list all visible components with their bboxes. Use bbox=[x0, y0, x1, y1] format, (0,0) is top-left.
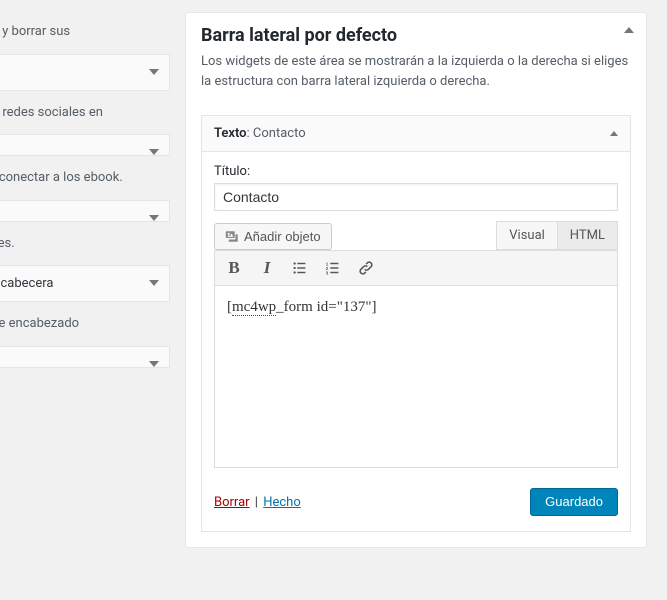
number-list-button[interactable]: 123 bbox=[318, 254, 348, 282]
left-widget-head-4[interactable]: de cabecera bbox=[0, 265, 170, 302]
left-desc-5: tilo de encabezado bbox=[0, 314, 170, 334]
left-head-label-4: de cabecera bbox=[0, 276, 53, 291]
editor-toolbar: B I 123 bbox=[214, 250, 618, 286]
sidebar-area-desc: Los widgets de este área se mostrarán a … bbox=[201, 52, 631, 91]
left-desc-1: idget y borrar sus bbox=[0, 22, 170, 42]
save-button[interactable]: Guardado bbox=[530, 488, 618, 516]
title-field-label: Título: bbox=[214, 164, 618, 179]
chevron-down-icon bbox=[149, 280, 159, 286]
chevron-down-icon bbox=[149, 149, 159, 155]
widget-title-input[interactable] bbox=[214, 183, 618, 211]
link-button[interactable] bbox=[351, 254, 381, 282]
widget-type-label: Texto bbox=[214, 126, 247, 141]
link-divider: | bbox=[255, 495, 258, 510]
bullet-list-button[interactable] bbox=[285, 254, 315, 282]
bold-button[interactable]: B bbox=[219, 254, 249, 282]
left-widget-head-3[interactable] bbox=[0, 200, 170, 222]
editor-content[interactable]: [mc4wp_form id="137"] bbox=[214, 286, 618, 468]
tab-html[interactable]: HTML bbox=[557, 221, 618, 250]
list-ol-icon: 123 bbox=[324, 259, 342, 277]
sidebar-area-header[interactable]: Barra lateral por defecto Los widgets de… bbox=[186, 13, 646, 103]
add-media-button[interactable]: Añadir objeto bbox=[214, 223, 332, 250]
widget-header[interactable]: Texto: Contacto bbox=[202, 116, 630, 152]
left-desc-3: para conectar a los ebook. bbox=[0, 168, 170, 188]
editor-tabs: Visual HTML bbox=[497, 221, 618, 250]
widget-name-label: Contacto bbox=[253, 126, 306, 141]
left-widget-head-2[interactable] bbox=[0, 134, 170, 156]
list-ul-icon bbox=[291, 259, 309, 277]
chevron-down-icon bbox=[149, 215, 159, 221]
svg-text:3: 3 bbox=[326, 270, 329, 275]
chevron-up-icon bbox=[610, 131, 618, 136]
link-icon bbox=[357, 259, 375, 277]
add-media-label: Añadir objeto bbox=[244, 229, 321, 244]
widget-text-contacto: Texto: Contacto Título: Añadir objeto bbox=[201, 115, 631, 532]
chevron-down-icon bbox=[149, 361, 159, 367]
shortcode-text: mc4wp bbox=[232, 299, 276, 316]
shortcode-rest: _form id="137"] bbox=[276, 299, 376, 315]
delete-link[interactable]: Borrar bbox=[214, 495, 250, 510]
chevron-up-icon bbox=[624, 27, 634, 33]
sidebar-area-title: Barra lateral por defecto bbox=[201, 25, 631, 46]
chevron-down-icon bbox=[149, 69, 159, 75]
left-desc-2: tir en redes sociales en bbox=[0, 103, 170, 123]
tab-visual[interactable]: Visual bbox=[496, 221, 558, 250]
left-widget-head-5[interactable] bbox=[0, 346, 170, 368]
left-desc-4: ociales. bbox=[0, 234, 170, 254]
sidebar-area-box: Barra lateral por defecto Los widgets de… bbox=[185, 12, 647, 548]
left-sidebar-fragment: idget y borrar sus les tir en redes soci… bbox=[0, 0, 170, 600]
left-widget-head-1[interactable]: les bbox=[0, 54, 170, 91]
media-icon bbox=[225, 229, 240, 244]
italic-button[interactable]: I bbox=[252, 254, 282, 282]
done-link[interactable]: Hecho bbox=[263, 495, 301, 510]
